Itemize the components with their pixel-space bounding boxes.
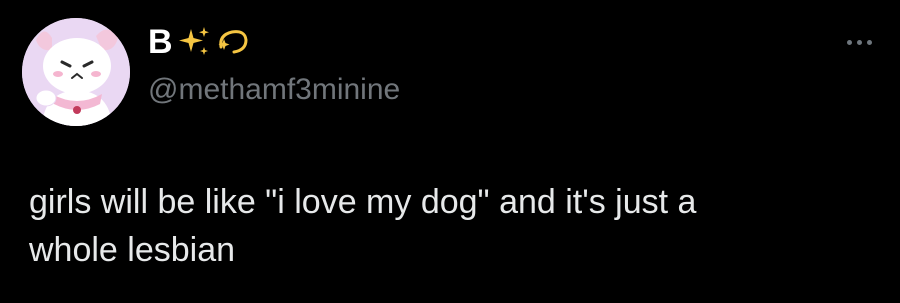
author-handle[interactable]: @methamf3minine [148,70,400,110]
puppycat-avatar-icon [22,18,130,126]
dizzy-icon [215,25,249,59]
sparkles-icon [177,25,211,59]
more-dot [857,40,862,45]
more-dot [867,40,872,45]
tweet-text: girls will be like "i love my dog" and i… [29,183,697,269]
more-options-icon[interactable] [847,40,872,45]
tweet-card: B @methamf3minine girls will be like "i … [0,0,900,303]
more-dot [847,40,852,45]
display-name-text: B [148,23,173,61]
avatar[interactable] [22,18,130,126]
author-name[interactable]: B [148,22,249,62]
